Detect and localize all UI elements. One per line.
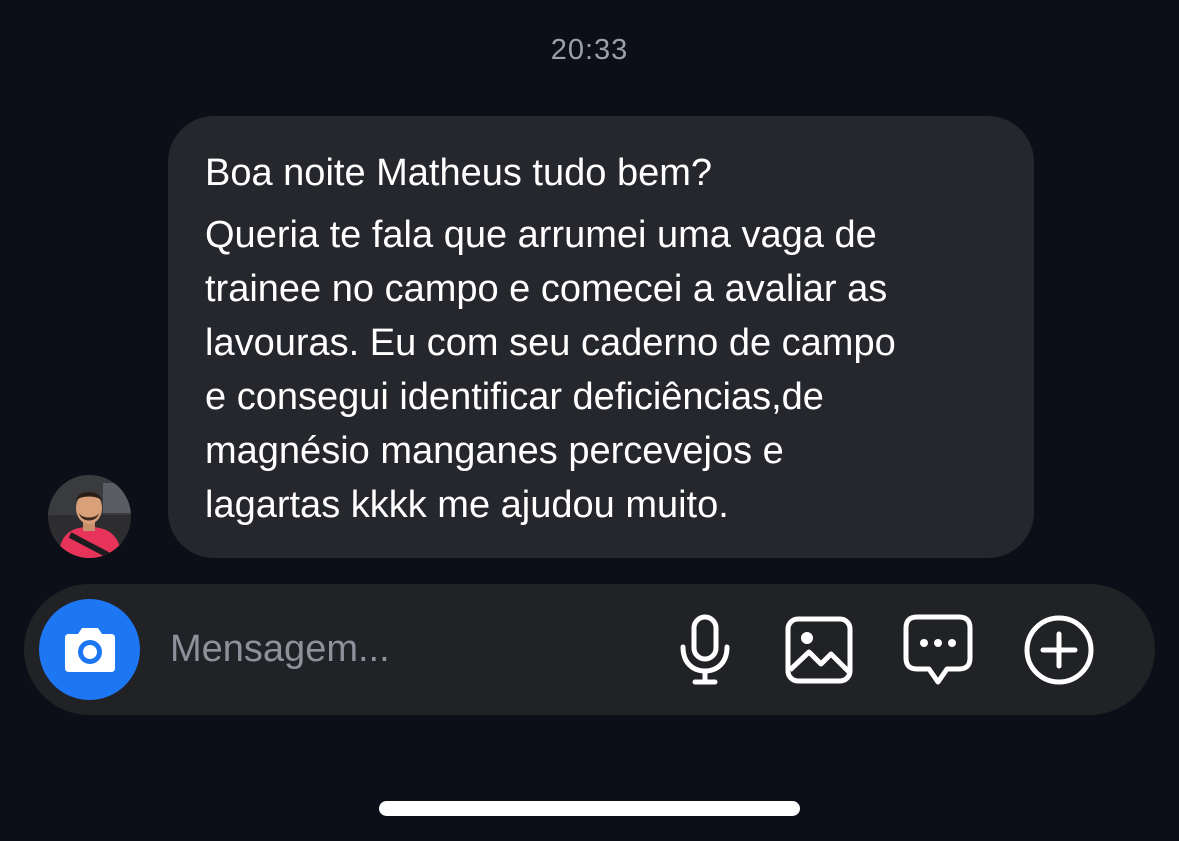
message-composer xyxy=(24,584,1155,715)
message-line: Boa noite Matheus tudo bem? xyxy=(205,152,713,194)
message-timestamp: 20:33 xyxy=(550,34,629,66)
camera-button[interactable] xyxy=(39,599,140,700)
microphone-button[interactable] xyxy=(668,613,742,687)
message-line: lavouras. Eu com seu caderno de campo xyxy=(205,322,896,364)
more-button[interactable] xyxy=(1022,613,1096,687)
sender-avatar[interactable] xyxy=(48,475,131,558)
plus-circle-icon xyxy=(1024,615,1094,685)
sticker-button[interactable] xyxy=(901,613,975,687)
message-line: e consegui identificar deficiências,de xyxy=(205,376,824,418)
message-bubble[interactable]: Boa noite Matheus tudo bem? Queria te fa… xyxy=(168,116,1034,558)
image-icon xyxy=(785,616,853,684)
chat-bubble-icon xyxy=(903,614,973,685)
avatar-photo xyxy=(48,475,131,558)
message-line: Queria te fala que arrumei uma vaga de xyxy=(205,214,877,256)
message-line: magnésio manganes percevejos e xyxy=(205,430,784,472)
message-input[interactable] xyxy=(170,624,640,674)
camera-icon xyxy=(64,627,115,672)
message-line: lagartas kkkk me ajudou muito. xyxy=(205,484,729,526)
home-indicator[interactable] xyxy=(379,801,800,816)
message-line: trainee no campo e comecei a avaliar as xyxy=(205,268,888,310)
microphone-icon xyxy=(680,614,730,685)
gallery-button[interactable] xyxy=(782,613,856,687)
